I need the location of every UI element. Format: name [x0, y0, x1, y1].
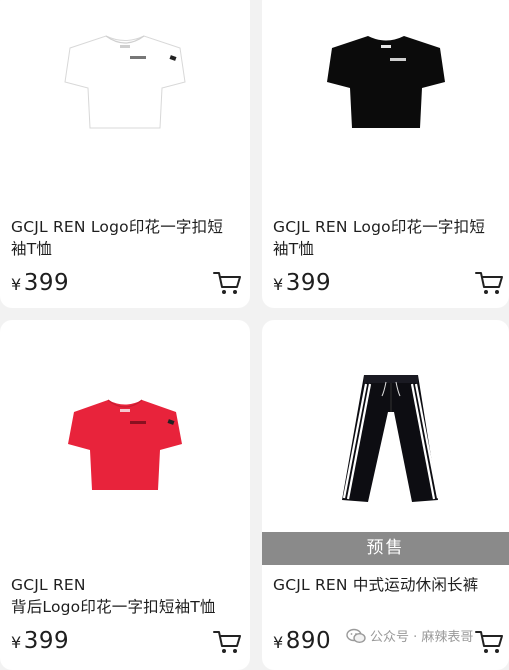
product-card[interactable]: GCJL REN Logo印花一字扣短 袖T恤 ¥399	[0, 0, 250, 308]
product-card[interactable]: 预售 GCJL REN 中式运动休闲长裤 ¥890	[262, 320, 509, 670]
red-tshirt-image	[68, 399, 182, 490]
add-to-cart-button[interactable]	[474, 629, 504, 655]
add-to-cart-button[interactable]	[212, 629, 242, 655]
add-to-cart-button[interactable]	[474, 270, 504, 296]
wechat-watermark: 公众号 · 麻辣表哥	[346, 626, 473, 645]
product-title[interactable]: GCJL REN Logo印花一字扣短 袖T恤	[11, 216, 242, 260]
track-pants-image	[342, 375, 440, 502]
cart-icon	[475, 631, 503, 653]
product-price: ¥399	[11, 270, 70, 296]
product-card[interactable]: GCJL REN Logo印花一字扣短 袖T恤 ¥399	[262, 0, 509, 308]
product-image[interactable]	[0, 0, 250, 200]
product-price: ¥399	[273, 270, 332, 296]
watermark-text: 公众号 · 麻辣表哥	[370, 630, 474, 645]
cart-icon	[213, 272, 241, 294]
black-tshirt-image	[327, 36, 445, 128]
cart-icon	[213, 631, 241, 653]
add-to-cart-button[interactable]	[212, 270, 242, 296]
white-tshirt-image	[64, 35, 186, 129]
product-title[interactable]: GCJL REN 中式运动休闲长裤	[273, 574, 501, 596]
cart-icon	[475, 272, 503, 294]
product-title[interactable]: GCJL REN Logo印花一字扣短 袖T恤	[273, 216, 501, 260]
product-price: ¥890	[273, 628, 332, 654]
product-title[interactable]: GCJL REN 背后Logo印花一字扣短袖T恤	[11, 574, 242, 618]
product-image[interactable]	[262, 0, 509, 200]
product-image[interactable]	[262, 320, 509, 532]
presale-badge: 预售	[262, 532, 509, 565]
wechat-icon	[346, 628, 366, 643]
product-image[interactable]	[0, 320, 250, 560]
product-card[interactable]: GCJL REN 背后Logo印花一字扣短袖T恤 ¥399	[0, 320, 250, 670]
product-price: ¥399	[11, 628, 70, 654]
